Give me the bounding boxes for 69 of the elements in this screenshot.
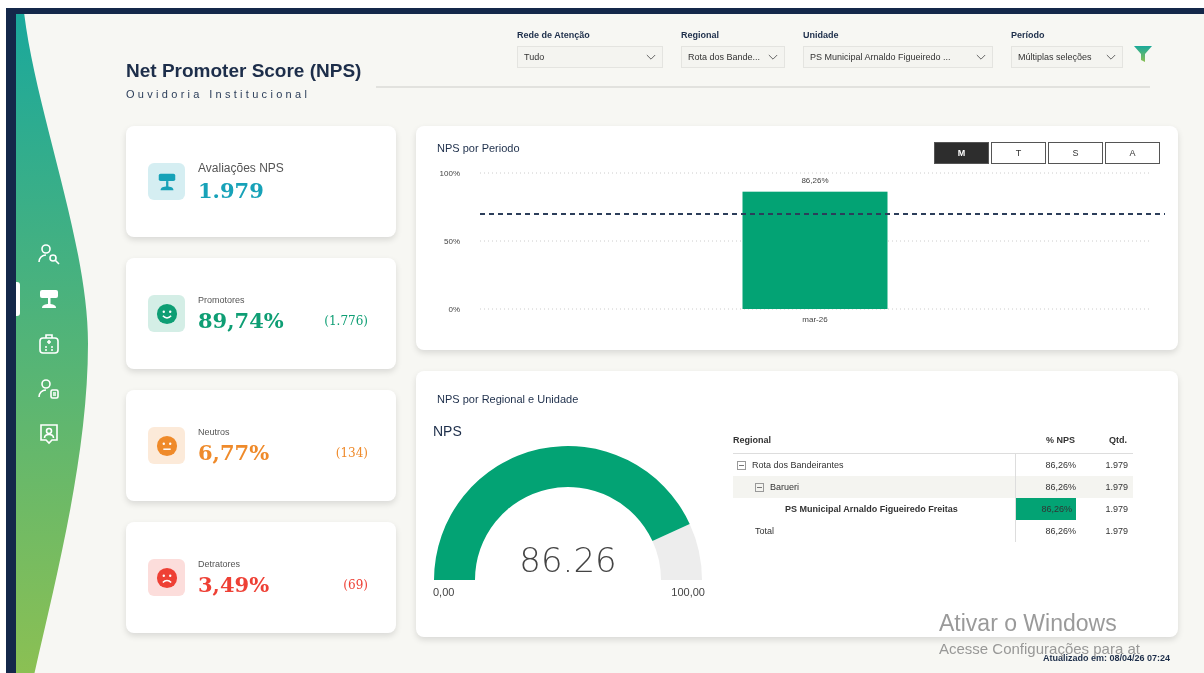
table-cell: 86,26%: [1016, 498, 1076, 520]
table-cell: 86,26%: [1045, 460, 1076, 470]
person-card-icon[interactable]: [37, 377, 61, 401]
collapse-toggle[interactable]: [755, 482, 764, 492]
table-cell: 86,26%: [1045, 526, 1076, 536]
period-toggle[interactable]: S: [1048, 142, 1103, 164]
filter-label: Período: [1011, 30, 1046, 40]
period-toggle[interactable]: T: [991, 142, 1046, 164]
page-subtitle: Ouvidoria Institucional: [126, 88, 312, 100]
gauge-max-label: 100,00: [671, 586, 705, 598]
chevron-down-icon: [646, 53, 656, 61]
column-header: Qtd.: [1108, 435, 1127, 445]
gauge-value: 86.26: [518, 540, 618, 580]
filter-icon[interactable]: [1133, 44, 1153, 64]
table-cell: Total: [755, 526, 774, 536]
gauge-track: [652, 523, 702, 580]
table-cell: Barueri: [770, 482, 799, 492]
filter-dropdown[interactable]: PS Municipal Arnaldo Figueiredo ...: [803, 46, 993, 68]
table-cell: 1.979: [1105, 526, 1128, 536]
period-toggle[interactable]: A: [1105, 142, 1160, 164]
kpi-value: 6,77%: [198, 439, 271, 465]
active-indicator: [16, 282, 20, 316]
chevron-down-icon: [768, 53, 778, 61]
y-tick-label: 0%: [448, 305, 460, 314]
card-title: NPS por Regional e Unidade: [437, 393, 580, 405]
kpi-count: (1.776): [324, 313, 368, 328]
chevron-down-icon: [976, 53, 986, 61]
sad-face-icon: [155, 566, 178, 589]
kpi-count: (134): [335, 445, 368, 460]
kpi-value: 1.979: [198, 177, 265, 203]
kpi-value: 3,49%: [198, 571, 271, 597]
x-tick-label: mar-26: [802, 315, 828, 324]
filter-label: Regional: [681, 30, 720, 40]
table-cell: 1.979: [1105, 504, 1128, 514]
chevron-down-icon: [1106, 53, 1116, 61]
kpi-value: 89,74%: [198, 307, 285, 333]
column-header: Regional: [733, 435, 772, 445]
filter-dropdown[interactable]: Múltiplas seleções: [1011, 46, 1123, 68]
profile-badge-icon[interactable]: [37, 422, 61, 446]
data-label: 86,26%: [801, 175, 829, 185]
hospital-icon[interactable]: [37, 332, 61, 356]
collapse-toggle[interactable]: [737, 460, 746, 470]
neutral-face-icon: [155, 434, 178, 457]
table-cell: Rota dos Bandeirantes: [752, 460, 844, 470]
y-tick-label: 50%: [444, 237, 460, 246]
table-cell: 1.979: [1105, 460, 1128, 470]
gauge-title: NPS: [433, 423, 463, 439]
kpi-label: Avaliações NPS: [198, 160, 285, 175]
kpi-label: Promotores: [198, 294, 246, 305]
page-title: Net Promoter Score (NPS): [126, 60, 363, 82]
table-cell: 1.979: [1105, 482, 1128, 492]
filter-label: Rede de Atenção: [517, 30, 591, 40]
activation-notice-title: Ativar o Windows: [939, 610, 1118, 637]
smiley-face-icon: [155, 302, 178, 325]
table-cell: 86,26%: [1045, 482, 1076, 492]
kpi-label: Detratores: [198, 558, 242, 569]
kpi-label: Neutros: [198, 426, 231, 437]
filter-dropdown[interactable]: Rota dos Bande...: [681, 46, 785, 68]
filter-dropdown[interactable]: Tudo: [517, 46, 663, 68]
table-cell-text: PS Municipal Arnaldo Figueiredo Freitas: [784, 504, 958, 514]
person-search-icon[interactable]: [37, 242, 61, 266]
kpi-count: (69): [343, 577, 368, 592]
column-header: % NPS: [1045, 435, 1075, 445]
y-tick-label: 100%: [439, 169, 460, 178]
rating-stand-icon[interactable]: [37, 287, 61, 311]
card-title: NPS por Periodo: [437, 142, 520, 154]
gauge-min-label: 0,00: [433, 586, 455, 598]
period-toggle[interactable]: M: [934, 142, 989, 164]
filter-label: Unidade: [803, 30, 840, 40]
